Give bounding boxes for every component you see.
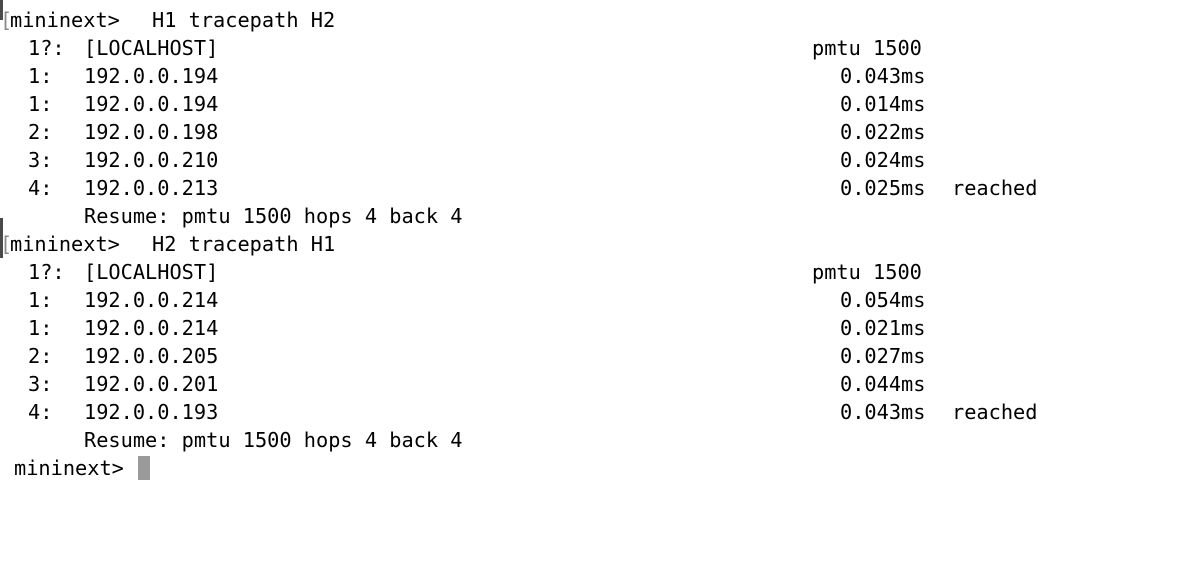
hop-time: 0.027ms bbox=[840, 344, 926, 368]
hop-time: 0.044ms bbox=[840, 372, 926, 396]
prompt: mininext> bbox=[14, 454, 151, 482]
hop-row: 2: 192.0.0.205 0.027ms bbox=[0, 342, 1180, 370]
pmtu-value: pmtu 1500 bbox=[812, 36, 922, 60]
hop-status: reached bbox=[952, 400, 1038, 424]
hop-row: 3: 192.0.0.210 0.024ms bbox=[0, 146, 1180, 174]
localhost-line: 1?: [LOCALHOST] pmtu 1500 bbox=[0, 258, 1180, 286]
hop-row: 1: 192.0.0.214 0.021ms bbox=[0, 314, 1180, 342]
hop-row: 1: 192.0.0.194 0.014ms bbox=[0, 90, 1180, 118]
hop-row: 1: 192.0.0.214 0.054ms bbox=[0, 286, 1180, 314]
hop-ip: 192.0.0.201 bbox=[84, 372, 219, 396]
terminal-window[interactable]: [ mininext> H1 tracepath H2 1?: [LOCALHO… bbox=[0, 0, 1180, 488]
localhost-line: 1?: [LOCALHOST] pmtu 1500 bbox=[0, 34, 1180, 62]
hop-row: 4: 192.0.0.213 0.025ms reached bbox=[0, 174, 1180, 202]
command-line: [ mininext> H1 tracepath H2 bbox=[0, 6, 1180, 34]
hop-ip: 192.0.0.194 bbox=[84, 64, 219, 88]
resume-text: Resume: pmtu 1500 hops 4 back 4 bbox=[84, 204, 463, 228]
hop-time: 0.025ms bbox=[840, 176, 926, 200]
hop-time: 0.022ms bbox=[840, 120, 926, 144]
hop-index: 3: bbox=[28, 148, 53, 172]
hop-ip: 192.0.0.205 bbox=[84, 344, 219, 368]
hop-time: 0.024ms bbox=[840, 148, 926, 172]
hop-time: 0.043ms bbox=[840, 400, 926, 424]
hop-host: [LOCALHOST] bbox=[84, 36, 219, 60]
hop-row: 2: 192.0.0.198 0.022ms bbox=[0, 118, 1180, 146]
prompt: mininext> bbox=[10, 8, 120, 32]
command-text: H2 tracepath H1 bbox=[152, 232, 336, 256]
hop-ip: 192.0.0.194 bbox=[84, 92, 219, 116]
hop-time: 0.054ms bbox=[840, 288, 926, 312]
hop-index: 1: bbox=[28, 288, 53, 312]
hop-index: 2: bbox=[28, 120, 53, 144]
hop-time: 0.043ms bbox=[840, 64, 926, 88]
prompt: mininext> bbox=[10, 232, 120, 256]
command-line: [ mininext> H2 tracepath H1 bbox=[0, 230, 1180, 258]
hop-index: 1: bbox=[28, 316, 53, 340]
active-command-line[interactable]: mininext> bbox=[0, 454, 1180, 482]
hop-ip: 192.0.0.210 bbox=[84, 148, 219, 172]
hop-ip: 192.0.0.193 bbox=[84, 400, 219, 424]
hop-ip: 192.0.0.214 bbox=[84, 316, 219, 340]
hop-index: 4: bbox=[28, 400, 53, 424]
hop-host: [LOCALHOST] bbox=[84, 260, 219, 284]
resume-text: Resume: pmtu 1500 hops 4 back 4 bbox=[84, 428, 463, 452]
hop-index: 1?: bbox=[28, 36, 65, 60]
hop-index: 2: bbox=[28, 344, 53, 368]
hop-index: 3: bbox=[28, 372, 53, 396]
hop-index: 4: bbox=[28, 176, 53, 200]
hop-ip: 192.0.0.213 bbox=[84, 176, 219, 200]
command-text: H1 tracepath H2 bbox=[152, 8, 336, 32]
hop-ip: 192.0.0.198 bbox=[84, 120, 219, 144]
hop-status: reached bbox=[952, 176, 1038, 200]
hop-ip: 192.0.0.214 bbox=[84, 288, 219, 312]
resume-line: Resume: pmtu 1500 hops 4 back 4 bbox=[0, 426, 1180, 454]
hop-row: 3: 192.0.0.201 0.044ms bbox=[0, 370, 1180, 398]
hop-index: 1?: bbox=[28, 260, 65, 284]
hop-row: 4: 192.0.0.193 0.043ms reached bbox=[0, 398, 1180, 426]
hop-time: 0.014ms bbox=[840, 92, 926, 116]
resume-line: Resume: pmtu 1500 hops 4 back 4 bbox=[0, 202, 1180, 230]
pmtu-value: pmtu 1500 bbox=[812, 260, 922, 284]
hop-index: 1: bbox=[28, 92, 53, 116]
hop-row: 1: 192.0.0.194 0.043ms bbox=[0, 62, 1180, 90]
text-cursor[interactable] bbox=[138, 456, 151, 480]
hop-time: 0.021ms bbox=[840, 316, 926, 340]
hop-index: 1: bbox=[28, 64, 53, 88]
